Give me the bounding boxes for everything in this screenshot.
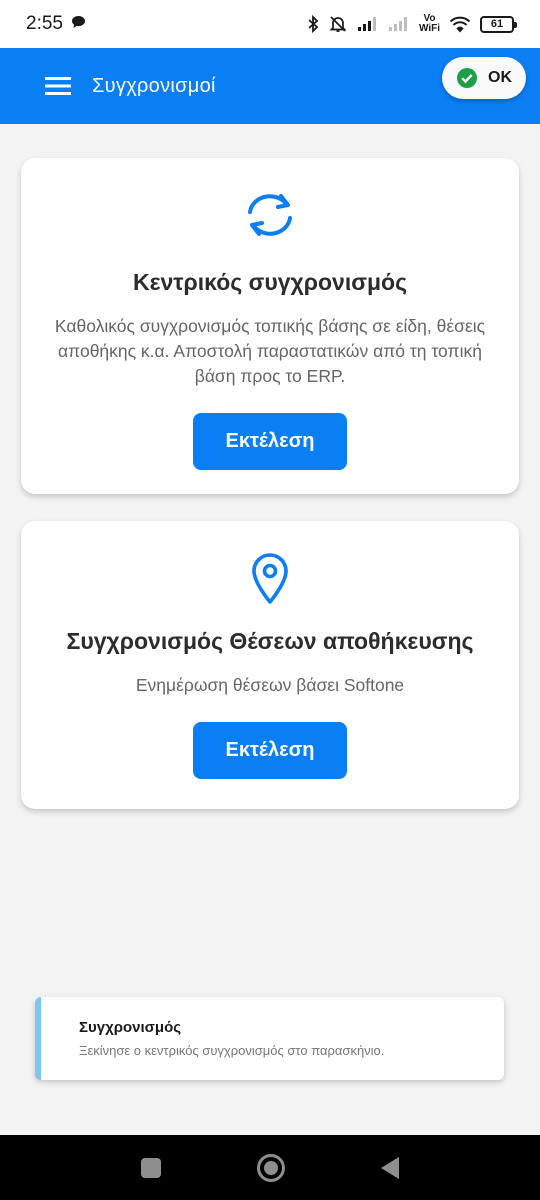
hamburger-menu-icon	[45, 77, 71, 95]
card-title: Συγχρονισμός Θέσεων αποθήκευσης	[66, 628, 474, 654]
card-description: Ενημέρωση θέσεων βάσει Softone	[135, 675, 405, 695]
vowifi-indicator: Vo WiFi	[418, 13, 440, 34]
signal-icon	[357, 16, 379, 32]
connection-status-pill[interactable]: OK	[442, 57, 526, 99]
signal-icon-2	[388, 16, 410, 32]
system-nav-bar	[0, 1135, 540, 1200]
central-sync-card: Κεντρικός συγχρονισμός Καθολικός συγχρον…	[21, 158, 519, 494]
run-locations-sync-button[interactable]: Εκτέλεση	[193, 722, 347, 779]
location-pin-icon	[250, 553, 290, 610]
page-title: Συγχρονισμοί	[92, 74, 216, 97]
status-time: 2:55	[26, 13, 63, 34]
home-icon[interactable]	[257, 1153, 285, 1182]
chat-notification-icon	[71, 13, 86, 35]
toast-title: Συγχρονισμός	[79, 1019, 182, 1036]
battery-icon: 61	[480, 15, 517, 33]
card-description: Καθολικός συγχρονισμός τοπικής βάσης σε …	[54, 316, 486, 386]
recents-icon[interactable]	[141, 1157, 161, 1178]
muted-bell-icon	[328, 14, 348, 34]
card-title: Κεντρικός συγχρονισμός	[132, 269, 408, 295]
menu-button[interactable]	[40, 68, 76, 104]
toast-message: Ξεκίνησε ο κεντρικός συγχρονισμός στο πα…	[79, 1043, 385, 1058]
screen: 2:55 Vo WiFi 61 Συγχρονισμοί OK Κεντρικό…	[0, 0, 540, 1200]
sync-icon	[243, 190, 297, 245]
app-bar: Συγχρονισμοί OK	[0, 48, 540, 124]
run-central-sync-button[interactable]: Εκτέλεση	[193, 413, 347, 470]
wifi-icon	[449, 16, 471, 33]
storage-locations-sync-card: Συγχρονισμός Θέσεων αποθήκευσης Ενημέρωσ…	[21, 521, 519, 809]
status-pill-label: OK	[488, 69, 512, 86]
bluetooth-icon	[307, 15, 319, 33]
back-icon[interactable]	[381, 1156, 399, 1179]
sync-started-toast[interactable]: Συγχρονισμός Ξεκίνησε ο κεντρικός συγχρο…	[35, 997, 504, 1080]
status-bar: 2:55 Vo WiFi 61	[0, 0, 540, 48]
check-circle-icon	[457, 68, 477, 88]
